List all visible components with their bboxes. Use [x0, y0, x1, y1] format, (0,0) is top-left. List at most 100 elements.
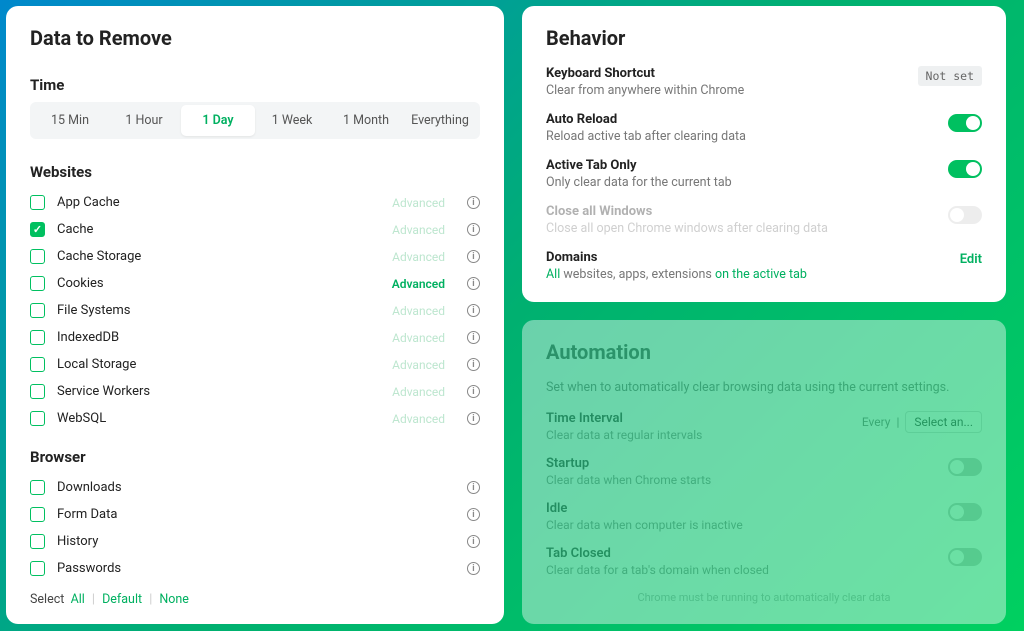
browser-option-history: Historyi [30, 528, 480, 555]
domains-title: Domains [546, 250, 950, 265]
keyboard-shortcut-sub: Clear from anywhere within Chrome [546, 83, 908, 98]
active-tab-sub: Only clear data for the current tab [546, 175, 938, 190]
checkbox[interactable] [30, 222, 45, 237]
option-label: App Cache [57, 195, 380, 210]
time-option-15-min[interactable]: 15 Min [33, 105, 107, 136]
option-label: Downloads [57, 480, 455, 495]
info-icon[interactable]: i [467, 196, 480, 209]
interval-select[interactable]: Select an... [905, 411, 982, 433]
startup-title: Startup [546, 456, 938, 471]
checkbox[interactable] [30, 276, 45, 291]
idle-row: Idle Clear data when computer is inactiv… [546, 501, 982, 532]
website-option-cache: CacheAdvancedi [30, 216, 480, 243]
option-label: IndexedDB [57, 330, 380, 345]
advanced-tag: Advanced [392, 412, 445, 426]
domains-edit-link[interactable]: Edit [960, 252, 982, 267]
active-tab-toggle[interactable] [948, 160, 982, 178]
time-option-1-month[interactable]: 1 Month [329, 105, 403, 136]
info-icon[interactable]: i [467, 535, 480, 548]
auto-reload-title: Auto Reload [546, 112, 938, 127]
info-icon[interactable]: i [467, 481, 480, 494]
select-all-link[interactable]: All [71, 592, 85, 607]
checkbox[interactable] [30, 303, 45, 318]
select-none-link[interactable]: None [159, 592, 189, 607]
website-option-cookies: Cookies Advanced i [30, 270, 480, 297]
advanced-tag: Advanced [392, 358, 445, 372]
time-interval-sub: Clear data at regular intervals [546, 428, 852, 442]
time-option-1-hour[interactable]: 1 Hour [107, 105, 181, 136]
info-icon[interactable]: i [467, 358, 480, 371]
option-label: WebSQL [57, 411, 380, 426]
domains-sub: All websites, apps, extensions on the ac… [546, 267, 950, 282]
info-icon[interactable]: i [467, 562, 480, 575]
time-option-1-week[interactable]: 1 Week [255, 105, 329, 136]
info-icon[interactable]: i [467, 508, 480, 521]
behavior-title: Behavior [546, 26, 982, 50]
domains-row: Domains All websites, apps, extensions o… [546, 250, 982, 282]
checkbox[interactable] [30, 507, 45, 522]
time-interval-row: Time Interval Clear data at regular inte… [546, 411, 982, 442]
select-default-link[interactable]: Default [102, 592, 142, 607]
auto-reload-toggle[interactable] [948, 114, 982, 132]
website-option-local-storage: Local StorageAdvancedi [30, 351, 480, 378]
checkbox[interactable] [30, 534, 45, 549]
automation-footnote: Chrome must be running to automatically … [546, 591, 982, 604]
startup-sub: Clear data when Chrome starts [546, 473, 938, 487]
browser-option-passwords: Passwords i [30, 555, 480, 582]
startup-row: Startup Clear data when Chrome starts [546, 456, 982, 487]
automation-title: Automation [546, 340, 982, 364]
checkbox[interactable] [30, 480, 45, 495]
auto-reload-row: Auto Reload Reload active tab after clea… [546, 112, 982, 144]
website-option-cache-storage: Cache Storage Advanced i [30, 243, 480, 270]
active-tab-row: Active Tab Only Only clear data for the … [546, 158, 982, 190]
panel-title: Data to Remove [30, 26, 480, 50]
tab-closed-row: Tab Closed Clear data for a tab's domain… [546, 546, 982, 577]
checkbox[interactable] [30, 561, 45, 576]
info-icon[interactable]: i [467, 412, 480, 425]
tab-closed-toggle[interactable] [948, 548, 982, 566]
keyboard-shortcut-title: Keyboard Shortcut [546, 66, 908, 81]
time-range-segmented: 15 Min1 Hour1 Day1 Week1 MonthEverything [30, 102, 480, 139]
time-interval-control: Every | Select an... [862, 411, 982, 433]
option-label: Cache Storage [57, 249, 380, 264]
advanced-tag: Advanced [392, 277, 445, 291]
websites-section-label: Websites [30, 163, 480, 181]
checkbox[interactable] [30, 330, 45, 345]
data-to-remove-panel: Data to Remove Time 15 Min1 Hour1 Day1 W… [6, 6, 504, 624]
option-label: Cache [57, 222, 380, 237]
checkbox[interactable] [30, 357, 45, 372]
info-icon[interactable]: i [467, 331, 480, 344]
info-icon[interactable]: i [467, 304, 480, 317]
checkbox[interactable] [30, 411, 45, 426]
website-option-indexeddb: IndexedDBAdvancedi [30, 324, 480, 351]
time-option-1-day[interactable]: 1 Day [181, 105, 255, 136]
startup-toggle[interactable] [948, 458, 982, 476]
info-icon[interactable]: i [467, 223, 480, 236]
checkbox[interactable] [30, 195, 45, 210]
option-label: Form Data [57, 507, 455, 522]
idle-sub: Clear data when computer is inactive [546, 518, 938, 532]
browser-option-form-data: Form Data i [30, 501, 480, 528]
advanced-tag: Advanced [392, 250, 445, 264]
checkbox[interactable] [30, 249, 45, 264]
website-option-service-workers: Service WorkersAdvancedi [30, 378, 480, 405]
checkbox[interactable] [30, 384, 45, 399]
browser-section-label: Browser [30, 448, 480, 466]
info-icon[interactable]: i [467, 385, 480, 398]
select-row: Select All | Default | None [30, 592, 480, 607]
info-icon[interactable]: i [467, 250, 480, 263]
option-label: Passwords [57, 561, 455, 576]
info-icon[interactable]: i [467, 277, 480, 290]
keyboard-shortcut-badge[interactable]: Not set [918, 66, 982, 86]
close-windows-sub: Close all open Chrome windows after clea… [546, 221, 938, 236]
select-label: Select [30, 592, 64, 607]
browser-option-downloads: Downloads i [30, 474, 480, 501]
time-section-label: Time [30, 76, 480, 94]
option-label: File Systems [57, 303, 380, 318]
option-label: Cookies [57, 276, 380, 291]
close-windows-toggle [948, 206, 982, 224]
behavior-panel: Behavior Keyboard Shortcut Clear from an… [522, 6, 1006, 302]
time-option-everything[interactable]: Everything [403, 105, 477, 136]
website-option-app-cache: App CacheAdvancedi [30, 189, 480, 216]
idle-toggle[interactable] [948, 503, 982, 521]
